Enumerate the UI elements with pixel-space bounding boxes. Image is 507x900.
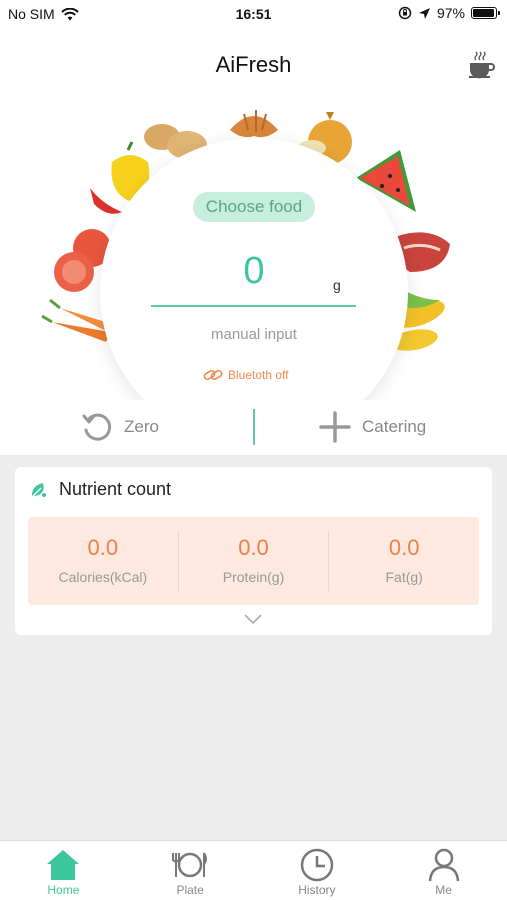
action-row: Zero Catering [0,400,507,455]
nutrient-card: Nutrient count 0.0 Calories(kCal) 0.0 Pr… [15,467,492,635]
choose-food-button[interactable]: Choose food [193,192,315,222]
app-title: AiFresh [215,52,292,77]
nutrient-summary: 0.0 Calories(kCal) 0.0 Protein(g) 0.0 Fa… [28,517,479,605]
nutrient-title: Nutrient count [59,479,172,499]
nutrient-fat: 0.0 Fat(g) [328,531,479,591]
person-icon [428,848,459,882]
location-arrow-icon [418,7,430,19]
action-divider [253,409,255,445]
calories-label: Calories(kCal) [58,569,148,585]
orientation-lock-icon [398,6,412,20]
fat-label: Fat(g) [385,569,423,585]
weight-unit: g [333,277,341,293]
tab-history[interactable]: History [254,841,381,900]
tab-bar: Home Plate History Me [0,840,507,900]
protein-value: 0.0 [238,535,269,560]
tab-plate[interactable]: Plate [127,841,254,900]
home-icon [47,850,80,880]
bluetooth-status[interactable]: Bluetoth off [203,368,289,382]
tab-me-label: Me [435,883,452,897]
leaf-icon [31,482,46,498]
chili-icon [90,188,122,214]
tab-home-label: Home [47,883,80,897]
nav-bar: AiFresh [0,28,507,100]
bluetooth-status-label: Bluetoth off [228,368,289,382]
plate-icon [172,852,208,878]
weight-underline [151,305,356,307]
battery-icon [471,7,500,19]
catering-label: Catering [362,417,427,436]
tab-me[interactable]: Me [380,841,507,900]
fat-value: 0.0 [388,535,420,560]
croissant-icon [230,110,278,138]
tab-plate-label: Plate [176,883,204,897]
clock-icon [300,848,334,882]
plus-icon [319,411,351,443]
zero-label: Zero [124,417,159,436]
chevron-down-icon[interactable] [243,613,263,625]
tab-home[interactable]: Home [0,841,127,900]
tab-history-label: History [298,883,336,897]
status-right-group: 97% [398,5,500,21]
status-bar: No SIM 16:51 97% [0,0,507,28]
nutrient-header: Nutrient count [29,479,171,500]
coffee-cup-icon[interactable] [467,50,495,80]
protein-label: Protein(g) [222,569,285,585]
catering-button[interactable]: Catering [318,410,426,444]
nutrient-calories: 0.0 Calories(kCal) [28,517,178,605]
reset-icon [82,413,112,441]
link-icon [203,369,223,381]
calories-value: 0.0 [87,535,119,560]
nutrient-protein: 0.0 Protein(g) [177,531,329,591]
zero-button[interactable]: Zero [80,410,159,444]
manual-input-label[interactable]: manual input [153,326,355,343]
weight-value[interactable]: 0 [153,250,355,293]
battery-percent: 97% [436,5,465,21]
